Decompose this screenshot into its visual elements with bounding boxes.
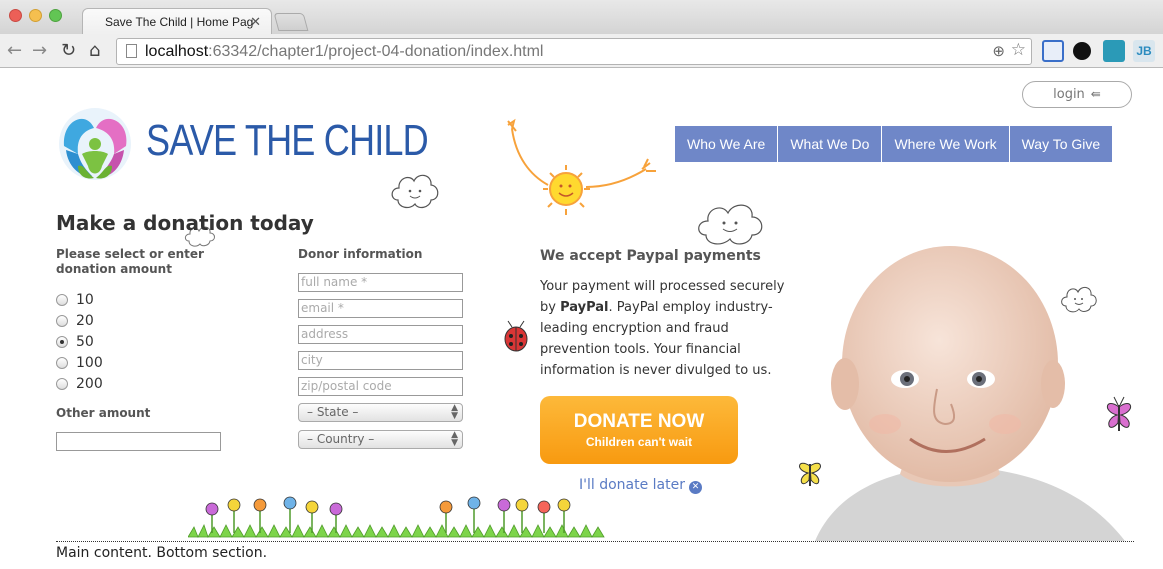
city-field[interactable]: city: [298, 351, 463, 370]
logo[interactable]: SAVE THE CHILD: [56, 106, 429, 186]
donate-now-label: DONATE NOW: [573, 411, 705, 432]
cloud-doodle-icon: [698, 204, 763, 245]
url-host: localhost: [145, 43, 209, 60]
amount-option-50[interactable]: 50: [56, 331, 103, 352]
amount-radio-selected[interactable]: [56, 335, 68, 348]
nav-where-we-work[interactable]: Where We Work: [882, 126, 1009, 162]
browser-toolbar: ← → ↻ ⌂ localhost:63342/chapter1/project…: [0, 34, 1163, 68]
ladybug-doodle-icon: [504, 320, 528, 352]
browser-titlebar: Save The Child | Home Pag ✕: [0, 0, 1163, 35]
amount-value: 20: [76, 312, 94, 329]
sync-extension-icon[interactable]: [1073, 42, 1091, 60]
other-amount-label: Other amount: [56, 406, 151, 420]
logo-text: SAVE THE CHILD: [146, 116, 429, 165]
tab-title: Save The Child | Home Pag: [105, 15, 254, 29]
country-select-value: – Country –: [307, 432, 375, 446]
address-bar[interactable]: localhost:63342/chapter1/project-04-dona…: [116, 38, 1032, 65]
donate-now-sublabel: Children can't wait: [585, 435, 693, 449]
zoom-icon[interactable]: ⊕: [992, 42, 1005, 60]
paypal-title: We accept Paypal payments: [540, 248, 761, 264]
cloud-doodle-icon: [391, 174, 439, 209]
amount-label: Please select or enter donation amount: [56, 247, 204, 276]
zoom-window-button[interactable]: [49, 9, 62, 22]
donation-heading: Make a donation today: [56, 211, 314, 235]
amount-option-200[interactable]: 200: [56, 373, 103, 394]
login-icon: ⇚: [1090, 87, 1101, 101]
nav-what-we-do[interactable]: What We Do: [778, 126, 882, 162]
select-arrows-icon: ▲ ▼: [451, 430, 458, 448]
amount-radio[interactable]: [56, 377, 68, 390]
child-photo: [815, 246, 1125, 541]
section-divider: [56, 541, 1134, 542]
state-select[interactable]: – State – ▲ ▼: [298, 403, 463, 422]
amount-option-20[interactable]: 20: [56, 310, 103, 331]
main-navigation: Who We Are What We Do Where We Work Way …: [675, 126, 1113, 162]
reload-icon[interactable]: ↻: [61, 40, 76, 61]
c-extension-icon[interactable]: [1103, 40, 1125, 62]
amount-radio[interactable]: [56, 293, 68, 306]
butterfly-doodle-icon: [1107, 396, 1131, 431]
amount-value: 50: [76, 333, 94, 350]
paypal-brand: PayPal: [560, 300, 609, 315]
flowers-doodle-icon: [188, 496, 605, 538]
close-circle-icon: ✕: [689, 481, 702, 494]
logo-emblem-icon: [59, 108, 131, 180]
email-field[interactable]: email *: [298, 299, 463, 318]
bottom-section-text: Main content. Bottom section.: [56, 545, 268, 561]
amount-value: 100: [76, 354, 103, 371]
amount-value: 10: [76, 291, 94, 308]
forward-arrow-icon[interactable]: →: [32, 40, 47, 61]
other-amount-input[interactable]: [56, 432, 221, 451]
butterfly-doodle-icon: [799, 462, 821, 486]
state-select-value: – State –: [307, 405, 359, 419]
page-icon: [126, 44, 137, 58]
full-name-field[interactable]: full name *: [298, 273, 463, 292]
home-icon[interactable]: ⌂: [89, 40, 100, 61]
tab-close-icon[interactable]: ✕: [250, 14, 261, 30]
amount-value: 200: [76, 375, 103, 392]
amount-radio-group: 10 20 50 100 200: [56, 289, 103, 394]
donate-now-button[interactable]: DONATE NOW Children can't wait: [540, 396, 738, 464]
donor-info-label: Donor information: [298, 247, 423, 261]
close-window-button[interactable]: [9, 9, 22, 22]
amount-radio[interactable]: [56, 314, 68, 327]
nav-way-to-give[interactable]: Way To Give: [1009, 126, 1113, 162]
bookmark-star-icon[interactable]: ☆: [1011, 40, 1026, 60]
page-content: login ⇚ SAVE THE CHILD Who We Are What W…: [0, 69, 1163, 569]
paypal-description: Your payment will processed securely by …: [540, 276, 790, 381]
login-label: login: [1053, 87, 1085, 102]
minimize-window-button[interactable]: [29, 9, 42, 22]
jetbrains-extension-icon[interactable]: JB: [1133, 40, 1155, 62]
new-tab-button[interactable]: [273, 13, 309, 31]
url-path: :63342/chapter1/project-04-donation/inde…: [208, 43, 544, 60]
nav-who-we-are[interactable]: Who We Are: [675, 126, 778, 162]
country-select[interactable]: – Country – ▲ ▼: [298, 430, 463, 449]
browser-tab[interactable]: Save The Child | Home Pag ✕: [82, 8, 272, 35]
donate-later-label: I'll donate later: [579, 477, 685, 493]
back-arrow-icon[interactable]: ←: [7, 40, 22, 61]
amount-radio[interactable]: [56, 356, 68, 369]
select-arrows-icon: ▲ ▼: [451, 403, 458, 421]
donate-later-link[interactable]: I'll donate later ✕: [579, 477, 702, 494]
address-field[interactable]: address: [298, 325, 463, 344]
login-button[interactable]: login ⇚: [1022, 81, 1132, 108]
sun-doodle-icon: [507, 118, 656, 215]
amount-option-100[interactable]: 100: [56, 352, 103, 373]
amount-option-10[interactable]: 10: [56, 289, 103, 310]
cast-extension-icon[interactable]: [1042, 40, 1064, 62]
zip-field[interactable]: zip/postal code: [298, 377, 463, 396]
